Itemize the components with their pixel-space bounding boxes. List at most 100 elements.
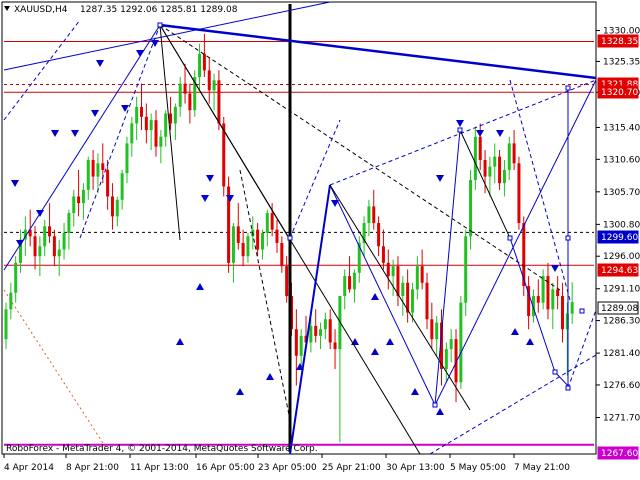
time-axis: 4 Apr 2014 8 Apr 21:00 11 Apr 13:00 16 Apr … (3, 454, 570, 473)
candle-body (149, 120, 153, 131)
candle-body (14, 262, 18, 293)
anchor-marker (157, 22, 163, 28)
candle-body (328, 319, 332, 343)
time-tick-label: 30 Apr 13:00 (386, 463, 445, 473)
candle-body (43, 226, 47, 247)
down-arrow-icon (476, 130, 484, 137)
up-arrow-icon (236, 388, 244, 395)
candle-body (551, 289, 555, 310)
candle-body (367, 206, 371, 224)
candle-body (556, 289, 560, 297)
candle-body (512, 143, 516, 164)
candle-body (115, 199, 119, 217)
price-tick-label: 1315.40 (603, 123, 640, 133)
time-tick-label: 4 Apr 2014 (4, 463, 54, 473)
up-arrow-icon (386, 338, 394, 345)
price-tick-label: 1305.70 (603, 188, 640, 198)
down-arrow-icon (11, 180, 19, 187)
down-arrow-icon (51, 130, 59, 137)
candle-body (502, 169, 506, 184)
down-arrow-icon (206, 175, 214, 182)
price-badge-label: 1267.60 (601, 449, 638, 459)
time-tick-label: 16 Apr 05:00 (196, 463, 255, 473)
symbol-header: XAUUSD,H4 1287.35 1292.06 1285.81 1289.0… (4, 5, 238, 15)
candle-body (464, 236, 468, 303)
up-arrow-icon (511, 328, 519, 335)
candle-body (323, 319, 327, 330)
projection-line (3, 289, 111, 455)
up-arrow-icon (196, 283, 204, 290)
down-arrow-icon (71, 130, 79, 137)
chart-canvas[interactable]: 1330.001325.351320.701315.401310.601305.… (0, 0, 640, 480)
anchor-marker (552, 369, 558, 375)
anchor-marker (432, 402, 438, 408)
candle-body (507, 143, 511, 170)
anchor-marker (565, 85, 571, 91)
candle-body (198, 53, 202, 78)
price-badge: 1289.08 (597, 301, 639, 315)
ohlc-label: 1287.35 1292.06 1285.81 1289.08 (80, 5, 238, 15)
candle-body (86, 159, 90, 190)
candle-body (459, 302, 463, 383)
candle-body (81, 189, 85, 204)
candle-body (144, 116, 148, 131)
candle-body (536, 296, 540, 303)
price-badge: 1294.63 (597, 263, 639, 277)
anchor-marker (507, 235, 513, 241)
trend-line (239, 169, 291, 421)
trend-line (3, 19, 81, 121)
chart-window[interactable]: 1330.001325.351320.701315.401310.601305.… (0, 0, 640, 480)
trend-line (289, 119, 341, 239)
candle-body (212, 80, 216, 91)
candle-body (260, 232, 264, 250)
candle-body (372, 206, 376, 224)
candle-body (183, 83, 187, 94)
fractal-arrows (11, 40, 559, 415)
trend-line (329, 79, 597, 186)
candle-body (77, 196, 81, 204)
price-tick-label: 1310.60 (603, 155, 640, 165)
candle-body (188, 93, 192, 111)
candle-body (178, 83, 182, 107)
main-trend-line (159, 23, 597, 80)
down-arrow-icon (551, 265, 559, 272)
price-badge: 1328.35 (597, 34, 639, 48)
anchor-marker (579, 308, 585, 314)
up-arrow-icon (371, 348, 379, 355)
candle-body (202, 53, 206, 71)
candle-body (435, 322, 439, 340)
price-badge-label: 1294.63 (601, 266, 638, 276)
candle-body (57, 249, 61, 257)
candle-body (410, 289, 414, 313)
candle-body (285, 266, 289, 297)
candle-body (319, 329, 323, 336)
up-arrow-icon (176, 338, 184, 345)
candle-body (139, 106, 143, 117)
candle-body (473, 136, 477, 180)
down-arrow-icon (91, 110, 99, 117)
up-arrow-icon (436, 408, 444, 415)
price-badge: 1267.60 (597, 446, 639, 460)
candle-body (275, 229, 279, 243)
candle-body (236, 226, 240, 243)
price-badges: 1328.351321.881320.701299.601294.631289.… (597, 34, 639, 460)
price-tick-label: 1271.70 (603, 413, 640, 423)
anchor-marker (565, 385, 571, 391)
candle-body (120, 173, 124, 200)
candle-body (96, 163, 100, 177)
candle-body (483, 159, 487, 177)
candle-body (430, 319, 434, 340)
time-tick-label: 25 Apr 21:00 (322, 463, 381, 473)
down-arrow-icon (496, 130, 504, 137)
candle-body (449, 339, 453, 350)
down-arrow-icon (436, 175, 444, 182)
candle-body (396, 266, 400, 297)
candle-body (343, 276, 347, 297)
copyright-text: RoboForex - MetaTrader 4, © 2001-2014, M… (6, 444, 318, 454)
candle-body (381, 246, 385, 263)
candle-body (173, 106, 177, 124)
time-tick-label: 7 May 21:00 (514, 463, 570, 473)
candle-body (333, 342, 337, 350)
candle-body (246, 236, 250, 257)
candle-body (391, 266, 395, 277)
